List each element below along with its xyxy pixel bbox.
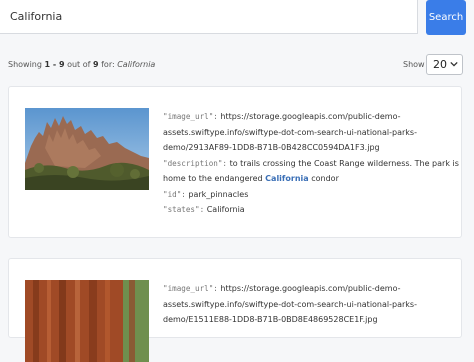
result-card: "image_url": https://storage.googleapis.… [8,258,462,362]
field-key: "states": [163,205,205,214]
field-value: California [206,205,245,214]
image-url-field: "image_url": https://storage.googleapis.… [163,109,459,156]
search-bar: Search [0,0,474,36]
paging-middle: out of [64,60,93,69]
field-value: condor [308,174,339,183]
search-input[interactable] [0,0,418,34]
result-image [25,108,149,190]
chevron-down-icon [450,61,458,67]
paging-for: for: [98,60,118,69]
result-image [25,280,149,362]
search-highlight: California [265,174,309,183]
id-field: "id": park_pinnacles [163,187,459,203]
description-field: "description": to trails crossing the Co… [163,156,459,187]
paging-term: California [117,60,156,69]
field-key: "image_url": [163,112,218,121]
show-label: Show [403,60,425,69]
redwood-trunk-image [25,280,149,362]
field-value: park_pinnacles [188,189,249,199]
field-key: "image_url": [163,284,218,293]
paging-range: 1 - 9 [44,60,65,69]
results-per-page-select[interactable]: 20 [426,54,463,75]
search-button[interactable]: Search [426,0,466,35]
image-url-field: "image_url": https://storage.googleapis.… [163,281,459,328]
paging-info: Showing 1 - 9 out of 9 for: California [8,60,155,69]
result-fields: "image_url": https://storage.googleapis.… [163,281,459,328]
result-card: "image_url": https://storage.googleapis.… [8,86,462,238]
paging-prefix: Showing [8,60,45,69]
result-fields: "image_url": https://storage.googleapis.… [163,109,459,218]
field-key: "id": [163,189,186,199]
field-key: "description": [163,158,228,168]
states-field: "states": California [163,202,459,218]
rock-pinnacles-image [25,108,149,190]
results-per-page-value: 20 [433,58,447,71]
